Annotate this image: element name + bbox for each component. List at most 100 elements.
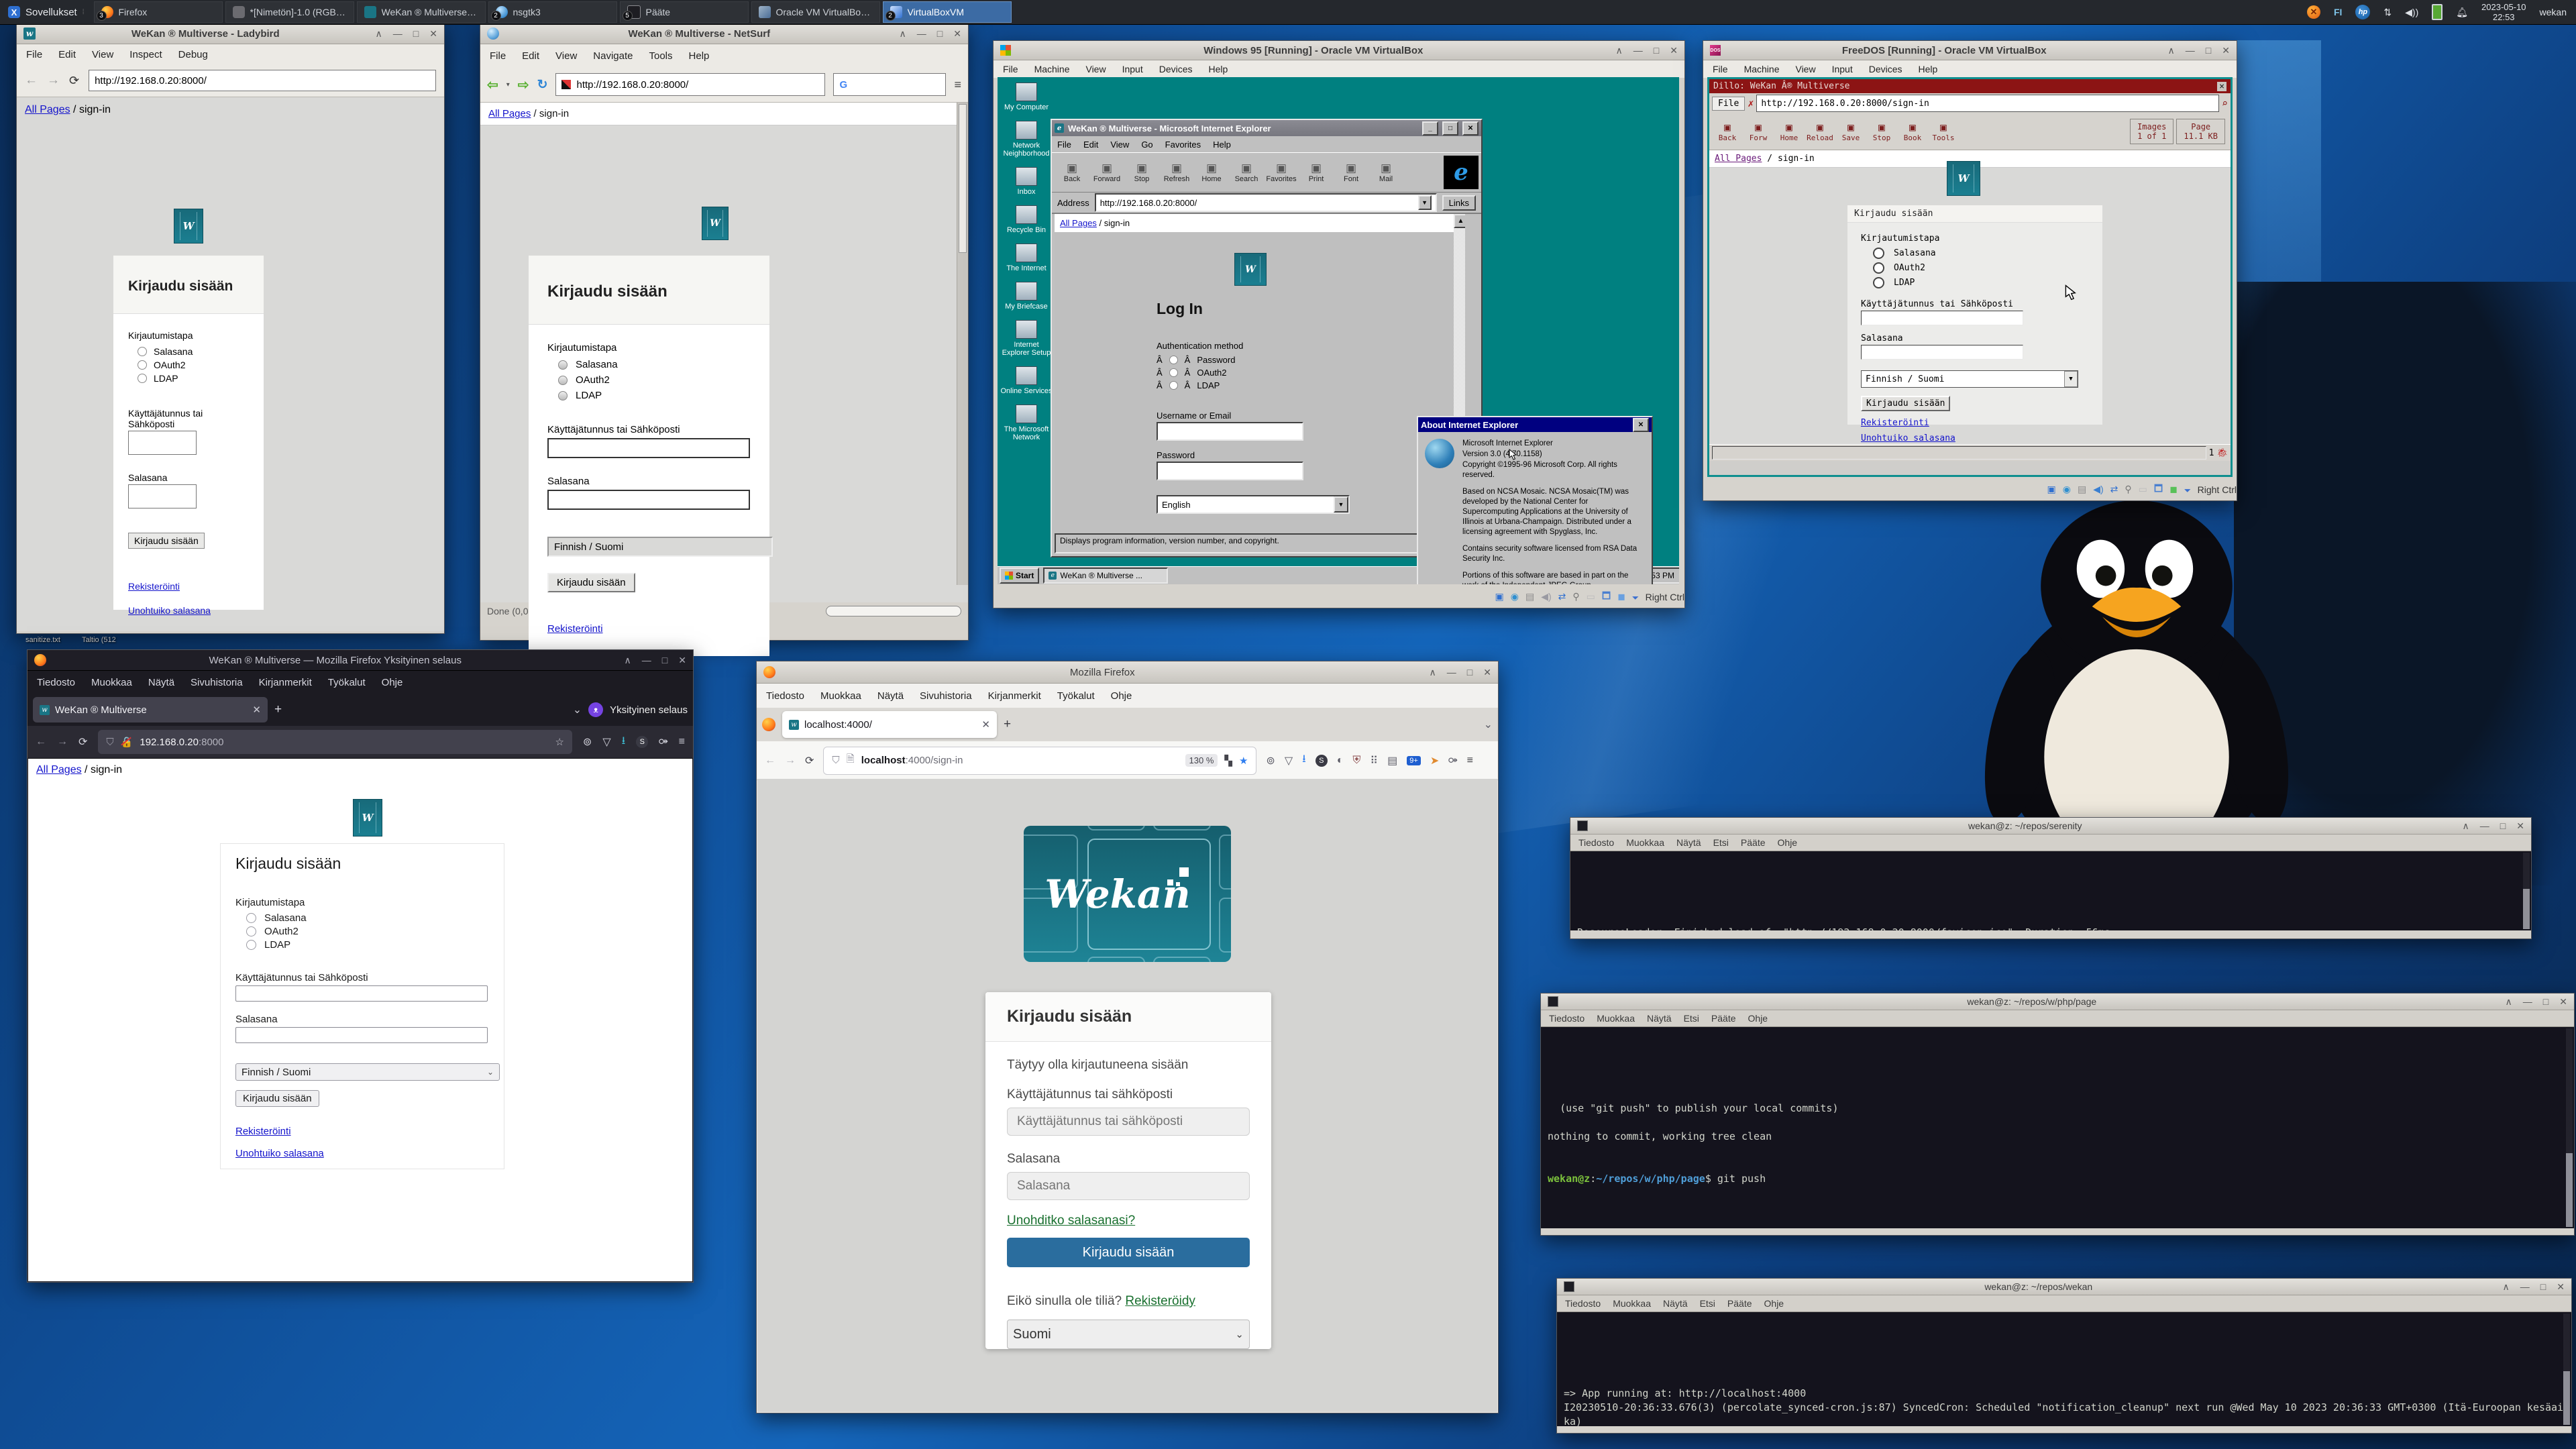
menu-item[interactable]: Ohje <box>1111 690 1132 702</box>
menu-item[interactable]: Tools <box>649 50 672 62</box>
username-input[interactable] <box>1007 1108 1250 1136</box>
back-icon[interactable]: ← <box>765 755 775 767</box>
zoom-level-badge[interactable]: 130 % <box>1185 754 1218 767</box>
minimize-icon[interactable]: — <box>2480 820 2489 832</box>
desktop-icon[interactable]: Inbox <box>1000 167 1053 196</box>
bug-icon[interactable]: 🐞︎ <box>2216 448 2228 458</box>
audio-icon[interactable]: ◀) <box>2093 484 2103 495</box>
fingerprint-icon[interactable]: ⊚ <box>1266 754 1275 767</box>
s-extension-icon[interactable]: S <box>636 736 648 748</box>
radio-ldap[interactable] <box>1169 381 1178 390</box>
terminal-output[interactable]: (use "git push" to publish your local co… <box>1541 1027 2574 1228</box>
shared-folder-icon[interactable]: ▭ <box>1587 591 1595 602</box>
menu-item[interactable]: Edit <box>58 49 76 60</box>
terminal-output[interactable]: => App running at: http://localhost:4000… <box>1557 1312 2571 1426</box>
taskbar-item-gimp[interactable]: *[Nimetön]-1.0 (RGB-vä... <box>225 1 354 23</box>
url-input[interactable]: http://192.168.0.20:8000/ <box>89 70 436 91</box>
radio-password[interactable] <box>246 913 256 923</box>
hdd-icon[interactable]: ▣ <box>1495 591 1504 602</box>
toolbar-button[interactable]: ▣ Forward <box>1089 162 1124 183</box>
menu-item[interactable]: Pääte <box>1727 1298 1752 1309</box>
usb-icon[interactable]: ⚲ <box>2125 484 2131 495</box>
terminal-menubar[interactable]: TiedostoMuokkaaNäytäEtsiPääteOhje <box>1557 1295 2571 1312</box>
language-select[interactable]: Finnish / Suomi <box>547 537 773 557</box>
reload-icon[interactable]: ↻ <box>537 77 548 93</box>
insecure-lock-icon[interactable]: 🔒 <box>121 736 133 748</box>
toolbar-button[interactable]: ▣ Favorites <box>1264 162 1299 183</box>
radio-password[interactable] <box>138 347 147 356</box>
toolbar-button[interactable]: ▣ Tools <box>1928 121 1959 142</box>
menu-item[interactable]: Tiedosto <box>766 690 804 702</box>
url-bar[interactable]: ⛉ 🔒 192.168.0.20:8000 ☆ <box>98 730 572 754</box>
forward-icon[interactable]: → <box>57 736 68 748</box>
desktop-icon[interactable]: Network Neighborhood <box>1000 121 1053 158</box>
taskbar-item-virtualbox-manager[interactable]: Oracle VM VirtualBox M... <box>751 1 880 23</box>
close-icon[interactable]: ✕ <box>1670 45 1678 56</box>
breadcrumb-all-pages-link[interactable]: All Pages <box>25 104 70 115</box>
network-icon[interactable]: ⇄ <box>2110 484 2118 495</box>
radio-oauth2[interactable] <box>1169 368 1178 377</box>
shade-icon[interactable]: ∧ <box>625 655 631 666</box>
toolbar-button[interactable]: ▣ Forw <box>1743 121 1774 142</box>
toolbar-button[interactable]: ▣ Print <box>1299 162 1334 183</box>
radio-password[interactable] <box>1873 248 1884 259</box>
desktop-icon[interactable]: The Internet <box>1000 244 1053 272</box>
ie-titlebar[interactable]: e WeKan ® Multiverse - Microsoft Interne… <box>1052 120 1481 136</box>
recording-icon[interactable]: ◼ <box>1617 591 1625 602</box>
radio-oauth2[interactable] <box>1873 262 1884 274</box>
menu-item[interactable]: Edit <box>1083 140 1098 150</box>
menu-item[interactable]: Ohje <box>382 677 403 688</box>
file-menu-button[interactable]: File <box>1712 97 1745 111</box>
download-icon[interactable]: ⭳ <box>622 733 626 751</box>
menu-item[interactable]: Help <box>1919 64 1938 74</box>
shield-check-icon[interactable]: ▽ <box>602 735 610 749</box>
breadcrumb-all-pages-link[interactable]: All Pages <box>488 108 531 119</box>
titlebar[interactable]: WeKan ® Multiverse — Mozilla Firefox Yks… <box>28 650 693 671</box>
tab-overflow-icon[interactable]: ⌄ <box>1484 718 1493 731</box>
shared-folder-icon[interactable]: ▭ <box>2139 484 2147 495</box>
tab-overflow-icon[interactable]: ⌄ <box>573 703 582 716</box>
close-icon[interactable]: ✕ <box>678 655 686 666</box>
tab-close-icon[interactable]: ✕ <box>252 704 261 716</box>
scrollbar[interactable] <box>2563 1313 2570 1425</box>
menu-item[interactable]: Ohje <box>1764 1298 1784 1309</box>
shade-icon[interactable]: ∧ <box>900 28 906 40</box>
minimize-icon[interactable]: _ <box>1422 121 1438 136</box>
toolbar-button[interactable]: ▣ Font <box>1334 162 1368 183</box>
register-link[interactable]: Rekisteröidy <box>1125 1294 1195 1308</box>
signin-button[interactable]: Kirjaudu sisään <box>1861 396 1950 411</box>
radio-ldap[interactable] <box>558 391 568 400</box>
menu-item[interactable]: Devices <box>1869 64 1902 74</box>
radio-password[interactable] <box>558 360 568 370</box>
shade-icon[interactable]: ∧ <box>2506 996 2512 1008</box>
toolbar-button[interactable]: ▣ Save <box>1835 121 1866 142</box>
username-input[interactable] <box>128 431 197 455</box>
dialog-titlebar[interactable]: About Internet Explorer ✕ <box>1418 417 1652 432</box>
menu-item[interactable]: View <box>1795 64 1815 74</box>
menu-item[interactable]: Input <box>1122 64 1143 74</box>
clock[interactable]: 2023-05-10 22:53 <box>2481 2 2526 22</box>
menu-item[interactable]: Help <box>689 50 710 62</box>
toolbar-button[interactable]: ▣ Search <box>1229 162 1264 183</box>
password-input[interactable] <box>128 484 197 508</box>
taskbar-item-virtualboxvm[interactable]: VirtualBoxVM 2 <box>883 1 1012 23</box>
recording-icon[interactable]: ◼ <box>2169 484 2178 495</box>
s-extension-icon[interactable]: S <box>1316 755 1328 767</box>
back-icon[interactable]: ⇦ <box>487 76 498 93</box>
desktop-icon[interactable]: My Computer <box>1000 83 1053 111</box>
menu-item[interactable]: File <box>1057 140 1071 150</box>
url-bar[interactable]: ⛉ 🗎 localhost:4000/sign-in 130 % ▚ ★ <box>823 747 1256 775</box>
minimize-icon[interactable]: — <box>2520 1281 2530 1293</box>
terminal-menubar[interactable]: TiedostoMuokkaaNäytäEtsiPääteOhje <box>1541 1010 2574 1027</box>
menu-item[interactable]: Tiedosto <box>37 677 75 688</box>
menu-item[interactable]: Input <box>1832 64 1853 74</box>
card-extension-icon[interactable]: ▤ <box>1387 754 1397 767</box>
bookmark-star-icon[interactable]: ☆ <box>555 736 564 748</box>
radio-ldap[interactable] <box>246 940 256 950</box>
toolbar-button[interactable]: ▣ Home <box>1194 162 1229 183</box>
desktop-file-label[interactable]: sanitize.txt <box>25 636 60 644</box>
close-icon[interactable]: ✕ <box>429 28 437 40</box>
close-icon[interactable]: ✕ <box>1483 667 1491 678</box>
forward-icon[interactable]: → <box>785 755 796 767</box>
menu-item[interactable]: Tiedosto <box>1565 1298 1601 1309</box>
